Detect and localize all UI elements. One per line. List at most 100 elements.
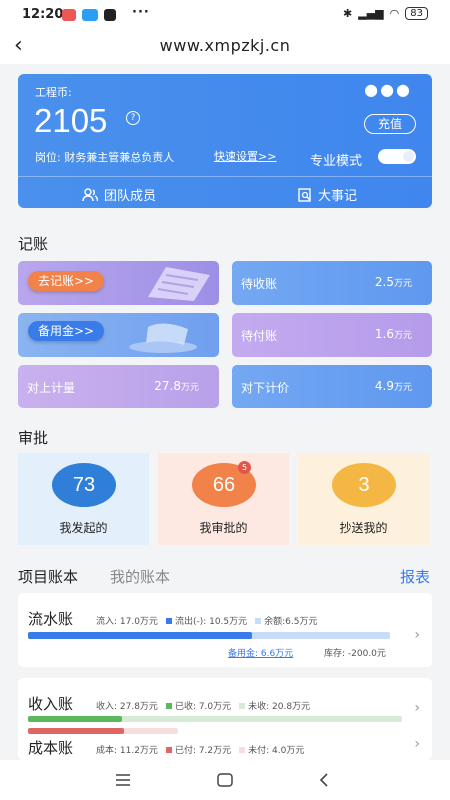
payable-value: 1.6万元 [374, 327, 412, 341]
report-link[interactable]: 报表 [400, 566, 430, 587]
cost-bar-fill [28, 728, 124, 734]
coin-value: 2105 [34, 102, 108, 139]
receivable-tile[interactable]: 待收账 2.5万元 [232, 261, 432, 305]
flow-bar-fill [28, 632, 253, 639]
stock-text: 库存: -200.0元 [324, 649, 386, 659]
coin-card: 工程币: 2105 ? ●●● 充值 岗位: 财务兼主管兼总负责人 快速设置>>… [18, 74, 432, 208]
upper-measure-label: 对上计量 [27, 381, 76, 395]
initiated-card[interactable]: 73 我发起的 [18, 453, 149, 545]
cost-paid-item: 已付: 7.2万元 [165, 743, 231, 756]
initiated-label: 我发起的 [59, 521, 108, 535]
cost-title: 成本账 [28, 739, 74, 757]
back-nav-icon[interactable] [318, 772, 330, 788]
wallet-illustration [129, 323, 197, 353]
review-badge: 5 [238, 461, 251, 474]
lower-price-tile[interactable]: 对下计价 4.9万元 [232, 365, 432, 408]
battery-icon: 83 [405, 7, 428, 20]
cost-meta: 成本: 11.2万元 已付: 7.2万元 未付: 4.0万元 [96, 743, 304, 756]
receivable-label: 待收账 [241, 277, 278, 291]
signal-icon: ▂▄▆ [358, 7, 384, 20]
home-icon[interactable] [216, 772, 234, 788]
flow-chevron-icon[interactable]: › [414, 627, 420, 643]
initiated-count: 73 [52, 463, 116, 507]
pro-mode-label: 专业模式 [310, 154, 363, 169]
menu-icon[interactable] [115, 773, 131, 787]
go-record-tile[interactable]: 去记账>> [18, 261, 219, 305]
cost-unpaid-item: 未付: 4.0万元 [239, 743, 304, 756]
coin-label: 工程币: [35, 86, 72, 99]
income-received-item: 已收: 7.0万元 [165, 699, 231, 712]
events-label: 大事记 [318, 189, 358, 204]
pro-mode-toggle[interactable] [378, 149, 416, 164]
card-divider [18, 176, 432, 177]
flow-income: 流入: 17.0万元 [96, 617, 158, 627]
cc-label: 抄送我的 [339, 521, 388, 535]
paid-legend-icon [165, 747, 172, 753]
tab-my-ledger[interactable]: 我的账本 [110, 566, 170, 587]
team-members-label: 团队成员 [104, 189, 157, 204]
review-label: 我审批的 [199, 521, 248, 535]
unpaid-legend-icon [239, 747, 246, 753]
quick-setup-link[interactable]: 快速设置>> [214, 148, 276, 164]
lower-price-label: 对下计价 [241, 381, 290, 395]
flow-ledger-card[interactable]: 流水账 流入: 17.0万元 流出(-): 10.5万元 余额:6.5万元 › … [18, 593, 432, 667]
team-members-tab[interactable]: 团队成员 [82, 185, 156, 204]
bluetooth-icon: ✱ [343, 7, 353, 20]
tiktok-icon [104, 9, 116, 21]
cc-card[interactable]: 3 抄送我的 [298, 453, 429, 545]
tab-project-ledger[interactable]: 项目账本 [18, 566, 78, 587]
payable-tile[interactable]: 待付账 1.6万元 [232, 313, 432, 357]
income-title: 收入账 [28, 695, 74, 713]
flow-meta: 流入: 17.0万元 流出(-): 10.5万元 余额:6.5万元 [96, 614, 318, 627]
post-text: 岗位: 财务兼主管兼总负责人 [35, 151, 175, 164]
page-title: www.xmpzkj.cn [159, 36, 291, 55]
income-total: 收入: 27.8万元 [96, 702, 158, 712]
income-bar [28, 716, 402, 722]
reserve-button[interactable]: 备用金>> [28, 321, 105, 341]
events-tab[interactable]: 大事记 [298, 185, 357, 204]
review-card[interactable]: 66 5 我审批的 [158, 453, 289, 545]
outflow-legend-icon [165, 618, 172, 624]
nav-bar: ‹ www.xmpzkj.cn [0, 30, 450, 64]
status-time: 12:20 [22, 7, 64, 22]
system-nav-bar [0, 760, 450, 800]
income-meta: 收入: 27.8万元 已收: 7.0万元 未收: 20.8万元 [96, 699, 310, 712]
unreceived-legend-icon [239, 703, 246, 709]
go-record-button[interactable]: 去记账>> [28, 271, 105, 291]
flow-outflow-item: 流出(-): 10.5万元 [165, 614, 247, 627]
accounting-heading: 记账 [18, 235, 49, 253]
reserve-tile[interactable]: 备用金>> [18, 313, 219, 357]
flow-title: 流水账 [28, 610, 74, 628]
lower-price-value: 4.9万元 [374, 379, 412, 393]
income-unreceived-item: 未收: 20.8万元 [239, 699, 310, 712]
cc-count: 3 [332, 463, 396, 507]
wifi-icon: ◠ [389, 7, 400, 20]
status-right: ✱ ▂▄▆ ◠ 83 [343, 7, 428, 20]
upper-measure-tile[interactable]: 对上计量 27.8万元 [18, 365, 219, 408]
payable-label: 待付账 [241, 329, 278, 343]
status-bar: 12:20 ··· ✱ ▂▄▆ ◠ 83 [0, 0, 450, 30]
income-cost-card[interactable]: 收入账 收入: 27.8万元 已收: 7.0万元 未收: 20.8万元 › 成本… [18, 678, 432, 760]
cost-chevron-icon[interactable]: › [414, 736, 420, 752]
help-icon[interactable]: ? [126, 111, 140, 125]
message-icon [82, 9, 98, 21]
reserve-link[interactable]: 备用金: 6.6万元 [228, 646, 293, 659]
recharge-button[interactable]: 充值 [364, 114, 416, 134]
approval-heading: 审批 [18, 429, 49, 447]
income-chevron-icon[interactable]: › [414, 700, 420, 716]
notification-icon [62, 9, 76, 21]
balance-legend-icon [255, 618, 262, 624]
document-illustration [148, 267, 210, 301]
cost-bar [28, 728, 178, 734]
team-icon [82, 187, 98, 201]
more-notifications-icon: ··· [132, 5, 150, 20]
flow-balance-item: 余额:6.5万元 [255, 614, 318, 627]
income-bar-fill [28, 716, 122, 722]
upper-measure-value: 27.8万元 [154, 379, 199, 393]
received-legend-icon [165, 703, 172, 709]
events-icon [298, 187, 311, 202]
receivable-value: 2.5万元 [374, 275, 412, 289]
more-icon[interactable]: ●●● [364, 80, 412, 99]
cost-total: 成本: 11.2万元 [96, 746, 158, 756]
flow-bar [28, 632, 390, 639]
